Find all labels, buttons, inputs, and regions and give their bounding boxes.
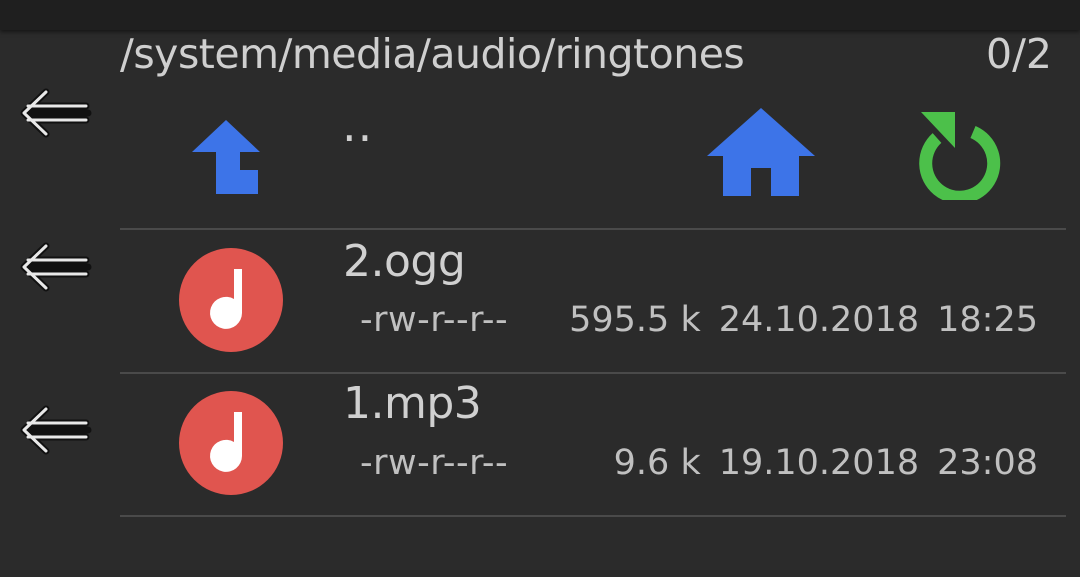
file-time: 18:25 xyxy=(937,300,1038,340)
row-divider xyxy=(120,515,1066,517)
row-divider xyxy=(120,372,1066,374)
music-note-icon[interactable] xyxy=(178,247,284,353)
file-meta: 9.6 k 19.10.2018 23:08 xyxy=(614,443,1038,483)
file-size: 9.6 k xyxy=(613,443,701,483)
file-time: 23:08 xyxy=(937,443,1038,483)
refresh-icon[interactable] xyxy=(915,108,1010,200)
file-meta: 595.5 k 24.10.2018 18:25 xyxy=(569,300,1038,340)
file-date: 19.10.2018 xyxy=(718,443,920,483)
home-icon[interactable] xyxy=(705,106,817,198)
file-permissions: -rw-r--r-- xyxy=(360,300,509,340)
file-name[interactable]: 2.ogg xyxy=(343,236,466,287)
back-arrow-icon[interactable] xyxy=(18,88,92,138)
row-divider xyxy=(120,228,1066,230)
file-name[interactable]: 1.mp3 xyxy=(343,378,482,429)
file-date: 24.10.2018 xyxy=(718,300,920,340)
file-permissions: -rw-r--r-- xyxy=(360,443,509,483)
parent-directory-label[interactable]: .. xyxy=(342,98,373,152)
file-size: 595.5 k xyxy=(569,300,701,340)
current-path: /system/media/audio/ringtones xyxy=(120,30,745,78)
back-arrow-icon[interactable] xyxy=(18,242,92,292)
status-bar xyxy=(0,0,1080,30)
back-arrow-icon[interactable] xyxy=(18,405,92,455)
music-note-icon[interactable] xyxy=(178,390,284,496)
selection-count: 0/2 xyxy=(986,30,1052,78)
folder-up-icon[interactable] xyxy=(190,118,262,196)
